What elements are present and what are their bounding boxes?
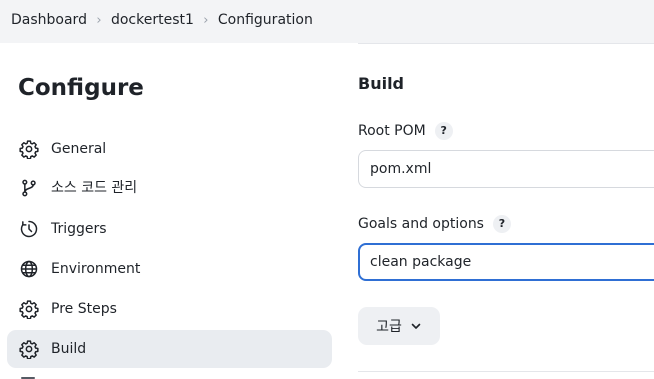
sidebar-item-build[interactable]: Build — [7, 330, 332, 368]
sidebar-item-scm[interactable]: 소스 코드 관리 — [7, 169, 332, 207]
root-pom-label-text: Root POM — [358, 123, 426, 139]
gear-icon — [19, 139, 39, 159]
section-divider — [358, 371, 654, 372]
sidebar-item-label: Build — [51, 341, 87, 357]
chevron-down-icon — [410, 320, 422, 332]
globe-icon — [19, 259, 39, 279]
section-title-build: Build — [358, 74, 405, 93]
root-pom-label: Root POM ? — [358, 122, 453, 140]
sidebar-item-label: Environment — [51, 261, 141, 277]
advanced-button[interactable]: 고급 — [358, 307, 440, 345]
chevron-right-icon: › — [96, 12, 102, 28]
sidebar-item-label: General — [51, 141, 107, 157]
chevron-right-icon: › — [203, 12, 209, 28]
gear-icon — [19, 339, 39, 359]
help-icon[interactable]: ? — [492, 215, 511, 233]
goals-label: Goals and options ? — [358, 215, 511, 233]
branch-icon — [19, 178, 39, 198]
sidebar-item-label: 소스 코드 관리 — [51, 180, 138, 196]
breadcrumb-job[interactable]: dockertest1 — [111, 11, 194, 29]
breadcrumb-configuration[interactable]: Configuration — [218, 11, 313, 29]
root-pom-input[interactable] — [358, 150, 654, 188]
sidebar-item-environment[interactable]: Environment — [7, 250, 332, 288]
breadcrumb-dashboard[interactable]: Dashboard — [11, 11, 87, 29]
main-header-area — [358, 0, 654, 44]
sidebar-item-label: Pre Steps — [51, 301, 117, 317]
gear-icon — [19, 299, 39, 319]
goals-input[interactable] — [358, 243, 654, 281]
sidebar-item-triggers[interactable]: Triggers — [7, 210, 332, 248]
advanced-button-label: 고급 — [376, 319, 402, 335]
help-icon[interactable]: ? — [434, 122, 453, 140]
sidebar-item-general[interactable]: General — [7, 130, 332, 168]
sidebar-item-label: Triggers — [51, 221, 107, 237]
breadcrumb: Dashboard › dockertest1 › Configuration — [11, 11, 313, 29]
goals-label-text: Goals and options — [358, 216, 484, 232]
sidebar-item-pre-steps[interactable]: Pre Steps — [7, 290, 332, 328]
clock-icon — [19, 219, 39, 239]
page-title: Configure — [18, 75, 144, 101]
